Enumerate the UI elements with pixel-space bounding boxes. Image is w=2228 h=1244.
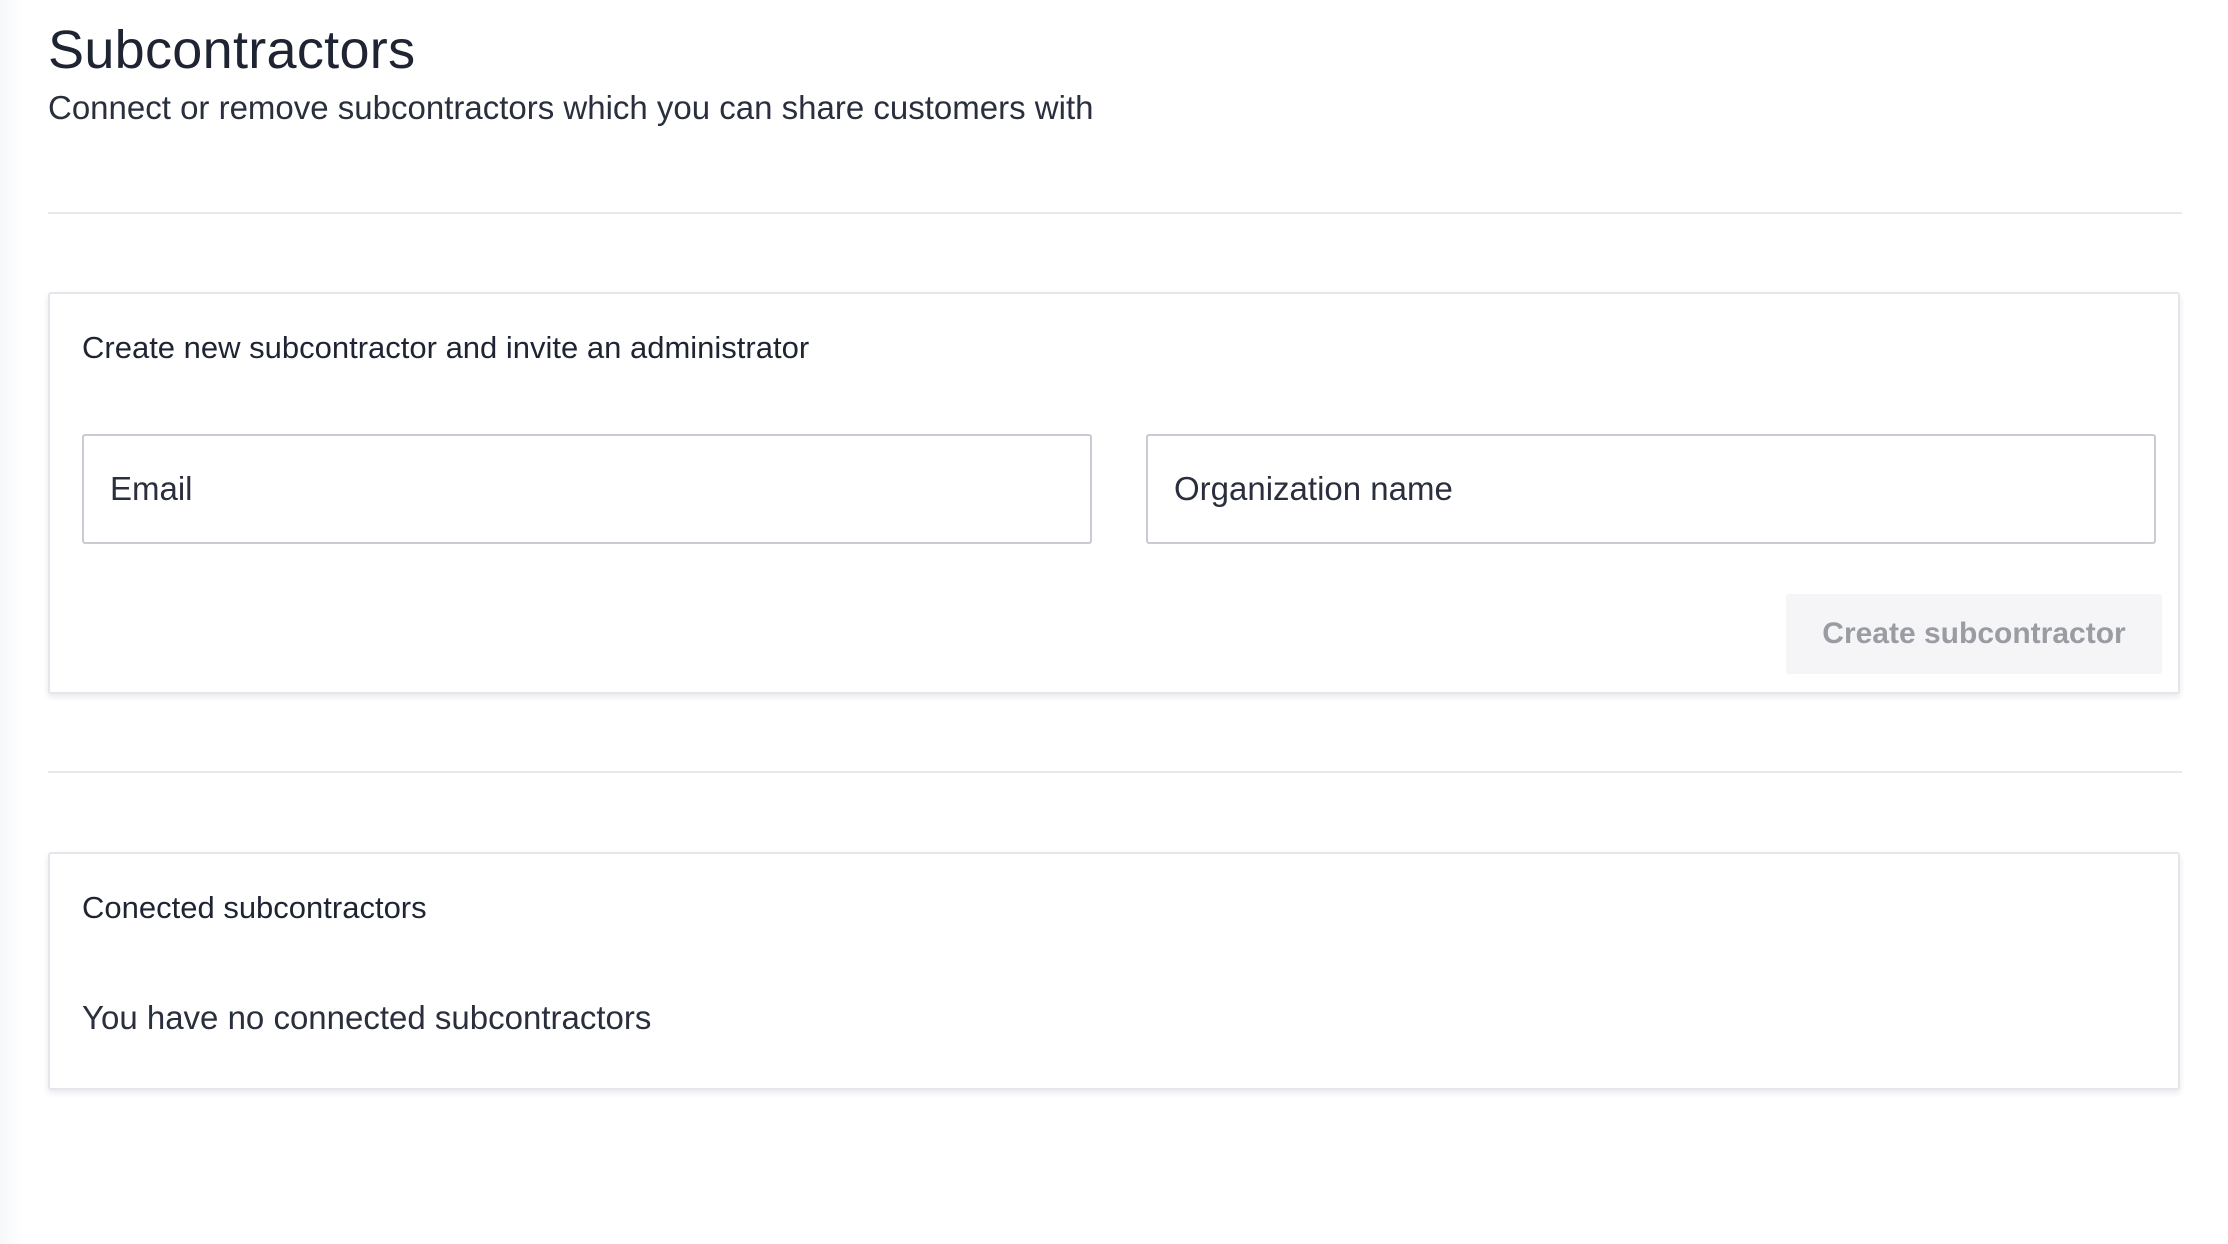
create-subcontractor-title: Create new subcontractor and invite an a… [82,330,810,365]
create-subcontractor-button[interactable]: Create subcontractor [1786,594,2162,674]
organization-name-field[interactable] [1146,434,2156,544]
page-subtitle: Connect or remove subcontractors which y… [48,89,1094,126]
email-field[interactable] [82,434,1092,544]
connected-subcontractors-title: Conected subcontractors [82,890,427,925]
create-subcontractor-card: Create new subcontractor and invite an a… [48,292,2180,694]
section-divider [48,771,2182,773]
subcontractors-page: Subcontractors Connect or remove subcont… [0,0,2228,1244]
connected-subcontractors-card: Conected subcontractors You have no conn… [48,852,2180,1090]
empty-state-message: You have no connected subcontractors [82,999,652,1036]
header-divider [48,212,2182,214]
page-title: Subcontractors [48,20,416,80]
